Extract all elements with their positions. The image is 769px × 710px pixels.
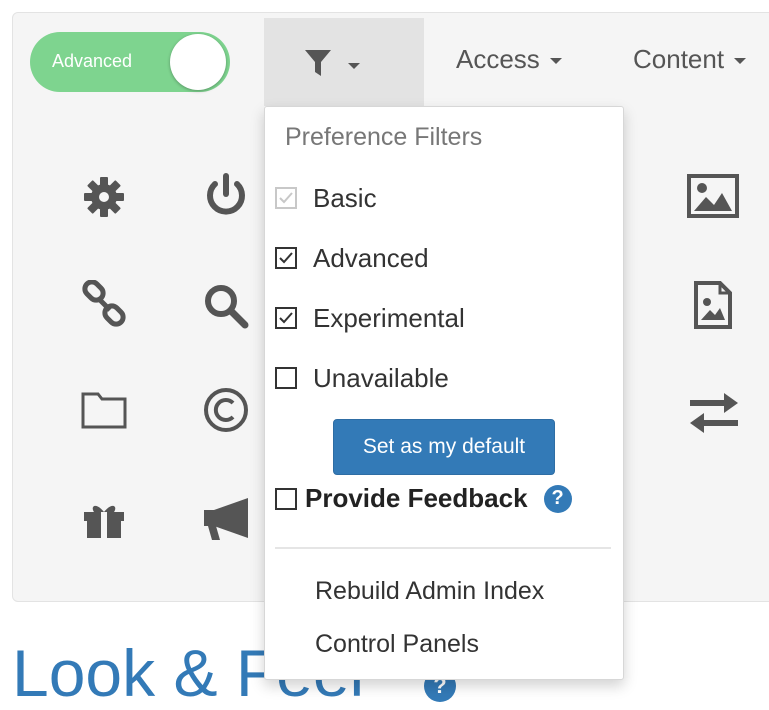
nav-content[interactable]: Content — [633, 44, 747, 75]
filter-nav-button[interactable] — [264, 18, 424, 106]
image-file-icon[interactable] — [692, 280, 734, 330]
checkbox-feedback[interactable] — [275, 487, 297, 510]
control-panels-link[interactable]: Control Panels — [315, 630, 479, 659]
filter-advanced[interactable]: Advanced — [275, 241, 429, 275]
nav-content-label: Content — [633, 44, 725, 74]
copyright-icon[interactable] — [202, 386, 250, 434]
toggle-knob — [170, 34, 226, 90]
rebuild-admin-index-link[interactable]: Rebuild Admin Index — [315, 577, 544, 606]
set-default-button[interactable]: Set as my default — [333, 419, 555, 475]
filter-experimental[interactable]: Experimental — [275, 301, 465, 335]
checkbox-experimental[interactable] — [275, 307, 297, 329]
nav-access-label: Access — [456, 44, 540, 74]
filter-basic-label: Basic — [313, 182, 377, 213]
question-circle-icon[interactable]: ? — [543, 484, 572, 513]
provide-feedback[interactable]: Provide Feedback ? — [275, 483, 572, 514]
chevron-down-icon — [348, 63, 360, 69]
preference-filters-dropdown: Preference Filters Basic Advanced Experi… — [264, 106, 624, 680]
exchange-icon[interactable] — [686, 392, 742, 434]
link-icon[interactable] — [80, 280, 128, 328]
search-icon[interactable] — [203, 283, 251, 329]
gift-icon[interactable] — [82, 500, 126, 540]
megaphone-icon[interactable] — [200, 496, 256, 542]
filter-advanced-label: Advanced — [313, 242, 429, 273]
chevron-down-icon — [549, 58, 562, 65]
checkbox-basic[interactable] — [275, 187, 297, 209]
dropdown-divider — [275, 547, 611, 549]
dropdown-header: Preference Filters — [285, 123, 483, 151]
filter-unavailable[interactable]: Unavailable — [275, 361, 449, 395]
nav-access[interactable]: Access — [456, 44, 562, 75]
gear-icon[interactable] — [82, 175, 126, 219]
toggle-label: Advanced — [52, 51, 133, 71]
provide-feedback-label: Provide Feedback — [305, 483, 528, 513]
filter-basic[interactable]: Basic — [275, 181, 377, 215]
image-icon[interactable] — [686, 173, 740, 219]
advanced-toggle[interactable]: Advanced — [30, 32, 230, 92]
chevron-down-icon — [734, 58, 747, 65]
filter-experimental-label: Experimental — [313, 302, 465, 333]
checkbox-advanced[interactable] — [275, 247, 297, 269]
checkbox-unavailable[interactable] — [275, 367, 297, 389]
filter-unavailable-label: Unavailable — [313, 362, 449, 393]
folder-icon[interactable] — [80, 388, 128, 430]
power-icon[interactable] — [203, 172, 249, 220]
filter-icon — [305, 50, 331, 76]
